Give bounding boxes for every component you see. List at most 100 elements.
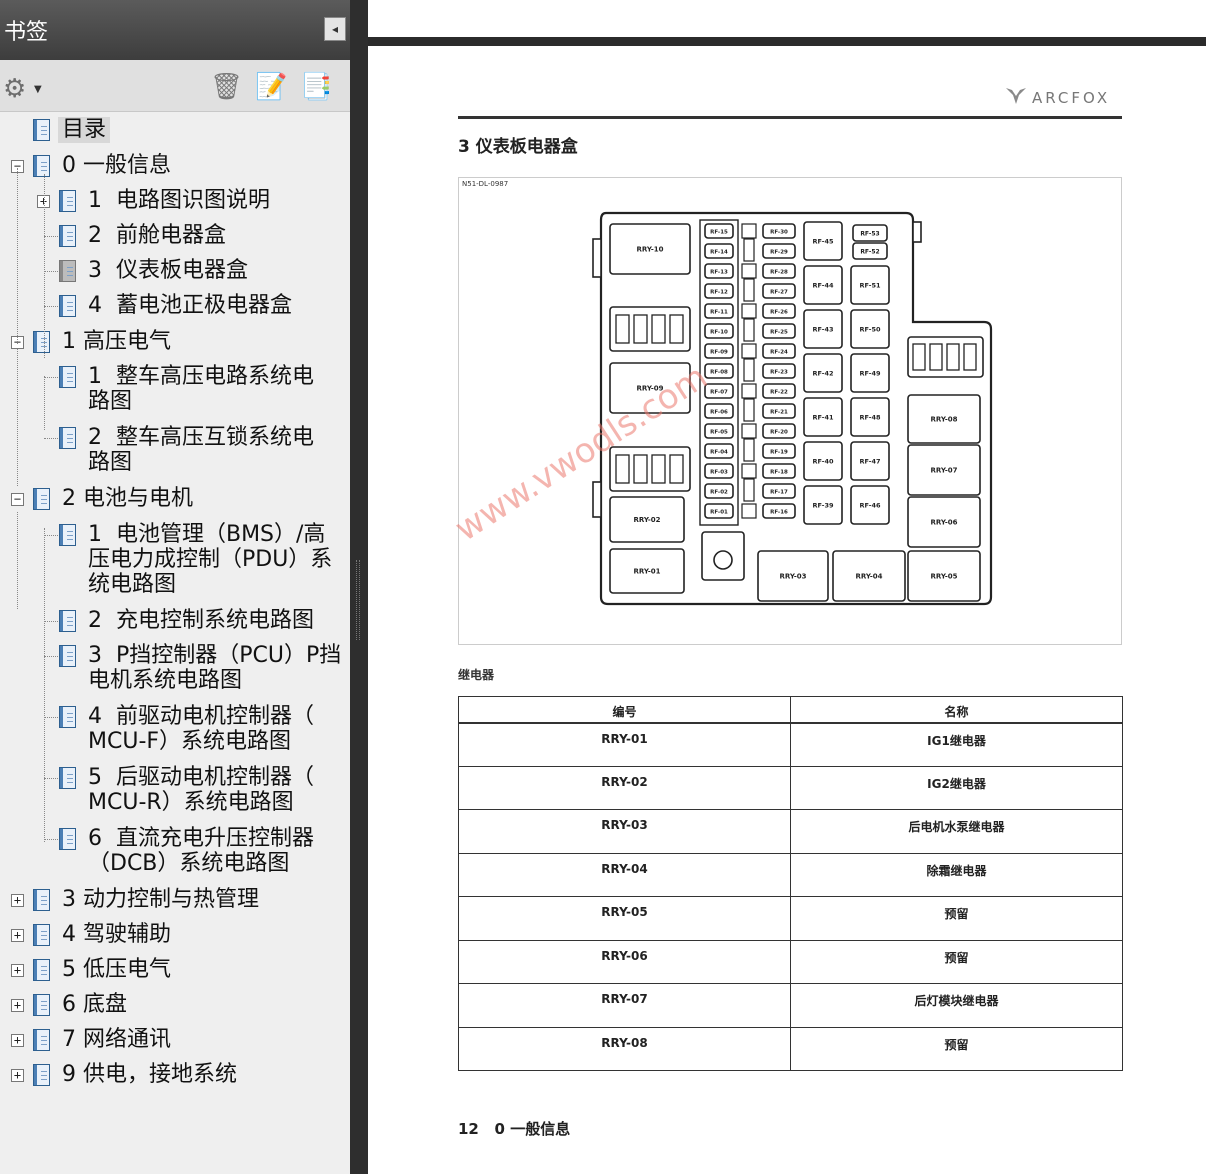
bookmark-item[interactable]: 目录 [0, 117, 346, 144]
table-row: RRY-01 IG1继电器 [458, 722, 1123, 767]
bookmark-item[interactable]: 1 电池管理（BMS）/高 压电力成控制（PDU）系 统电路图 [0, 522, 346, 599]
bookmark-item[interactable]: +4 驾驶辅助 [0, 922, 346, 949]
tree-connector [44, 839, 58, 840]
tree-connector [44, 778, 58, 779]
collapse-panel-button[interactable]: ◂ [324, 17, 346, 41]
bookmark-icon [33, 331, 50, 353]
bookmark-icon [59, 610, 76, 632]
bookmark-item[interactable]: 3 P挡控制器（PCU）P挡 电机系统电路图 [0, 643, 346, 695]
relay-RRY-03-label: RRY-03 [779, 573, 806, 581]
bookmark-icon [33, 155, 50, 177]
relay-name: IG1继电器 [790, 722, 1123, 767]
tree-connector [44, 621, 58, 622]
fuse-RF-29-label: RF-29 [770, 250, 788, 256]
fuse-RF-09-label: RF-09 [710, 350, 728, 356]
fuse-RF-04-label: RF-04 [710, 450, 728, 456]
bookmark-label: 6 底盘 [62, 992, 127, 1017]
fuse-RF-03-label: RF-03 [710, 470, 728, 476]
diode [929, 343, 943, 371]
bookmark-item[interactable]: 3 仪表板电器盒 [0, 258, 346, 285]
fuse-RF-28-label: RF-28 [770, 270, 788, 276]
brand-logo-text: ARCFOX [1032, 89, 1111, 107]
expand-toggle-icon[interactable]: + [11, 929, 24, 942]
bookmark-item[interactable]: +7 网络通讯 [0, 1027, 346, 1054]
relay-name: 除霜继电器 [790, 852, 1123, 897]
bookmark-item[interactable]: −1 高压电气 [0, 329, 346, 356]
bookmark-item[interactable]: +5 低压电气 [0, 957, 346, 984]
spare-slot [743, 478, 755, 502]
bookmark-item[interactable]: 6 直流充电升压控制器 （DCB）系统电路图 [0, 826, 346, 878]
fuse-RF-41-label: RF-41 [813, 414, 834, 422]
tree-guide-line [17, 168, 18, 344]
bookmark-label: 4 驾驶辅助 [62, 922, 171, 947]
bookmark-item[interactable]: 2 前舱电器盒 [0, 223, 346, 250]
chevron-down-icon[interactable]: ▼ [34, 84, 42, 95]
fuse-RF-39-label: RF-39 [813, 502, 834, 510]
bookmark-item[interactable]: +3 动力控制与热管理 [0, 887, 346, 914]
gear-icon[interactable]: ⚙ [3, 74, 26, 104]
bookmark-label: 3 动力控制与热管理 [62, 887, 259, 912]
tree-connector [44, 717, 58, 718]
relay-RRY-04-label: RRY-04 [855, 573, 882, 581]
table-row: RRY-04 除霜继电器 [458, 852, 1123, 897]
bookmark-label: 1 高压电气 [62, 329, 171, 354]
bookmark-item[interactable]: +9 供电，接地系统 [0, 1062, 346, 1089]
spare-slot [743, 278, 755, 302]
fuse-RF-51-label: RF-51 [860, 282, 881, 290]
bookmarks-panel-title: 书签 [4, 20, 49, 45]
fuse-RF-19-label: RF-19 [770, 450, 788, 456]
spare-slot [743, 438, 755, 462]
header-name: 名称 [790, 696, 1123, 724]
bookmark-item[interactable]: −0 一般信息 [0, 153, 346, 180]
expand-toggle-icon[interactable]: + [11, 894, 24, 907]
tree-connector [44, 535, 58, 536]
bookmark-icon [59, 295, 76, 317]
relay-id: RRY-08 [458, 1026, 791, 1071]
bookmark-label: 4 蓄电池正极电器盒 [88, 293, 292, 318]
relay-RRY-01-label: RRY-01 [633, 568, 660, 576]
fuse-RF-45-label: RF-45 [813, 238, 834, 246]
bookmark-item[interactable]: +6 底盘 [0, 992, 346, 1019]
bookmark-properties-icon[interactable]: 📑 [300, 72, 332, 102]
new-bookmark-icon[interactable]: 📝 [255, 72, 287, 102]
diode [615, 454, 630, 484]
relay-RRY-06-label: RRY-06 [930, 519, 957, 527]
table-row: RRY-06 预留 [458, 939, 1123, 984]
bookmark-icon [59, 645, 76, 667]
expand-toggle-icon[interactable]: + [11, 1034, 24, 1047]
bookmark-item[interactable]: 2 充电控制系统电路图 [0, 608, 346, 635]
fuse-RF-10-label: RF-10 [710, 330, 728, 336]
trash-icon[interactable]: 🗑 [210, 72, 243, 102]
bookmark-icon [33, 889, 50, 911]
diode [651, 454, 666, 484]
bookmark-item[interactable]: 4 蓄电池正极电器盒 [0, 293, 346, 320]
diode [633, 454, 648, 484]
bookmark-item[interactable]: +1 电路图识图说明 [0, 188, 346, 215]
diode [912, 343, 926, 371]
relay-RRY-05-label: RRY-05 [930, 573, 957, 581]
relay-name: 预留 [790, 896, 1123, 941]
fuse-RF-18-label: RF-18 [770, 470, 788, 476]
bookmark-tree: 目录 −0 一般信息 +1 电路图识图说明 2 前舱电器盒 3 仪表板电器盒 4 蓄电池正… [0, 112, 350, 1174]
bookmark-item[interactable]: 1 整车高压电路系统电 路图 [0, 364, 346, 416]
splitter-grip[interactable] [356, 560, 360, 640]
bookmark-item[interactable]: 5 后驱动电机控制器（ MCU-R）系统电路图 [0, 765, 346, 817]
spare-slot [741, 503, 757, 519]
expand-toggle-icon[interactable]: + [11, 999, 24, 1012]
collapse-toggle-icon[interactable]: − [11, 493, 24, 506]
bookmark-icon [59, 524, 76, 546]
bookmark-label: 1 电池管理（BMS）/高 压电力成控制（PDU）系 统电路图 [88, 522, 333, 597]
expand-toggle-icon[interactable]: + [11, 964, 24, 977]
spare-slot [741, 343, 757, 359]
spare-slot [743, 398, 755, 422]
bookmark-item[interactable]: 2 整车高压互锁系统电 路图 [0, 425, 346, 477]
expand-toggle-icon[interactable]: + [11, 1069, 24, 1082]
fuse-RF-14-label: RF-14 [710, 250, 728, 256]
tree-connector [44, 236, 58, 237]
bookmarks-panel: 书签 ◂ ⚙ ▼ 🗑 📝 📑 目录 −0 一般信息 +1 电路图识图说明 2 前舱电器… [0, 0, 350, 1174]
bookmark-item[interactable]: − 2 电池与电机 [0, 486, 346, 513]
relay-caption: 继电器 [458, 668, 495, 682]
bookmark-item[interactable]: 4 前驱动电机控制器（ MCU-F）系统电路图 [0, 704, 346, 756]
diode [651, 314, 666, 344]
tree-connector [44, 306, 58, 307]
